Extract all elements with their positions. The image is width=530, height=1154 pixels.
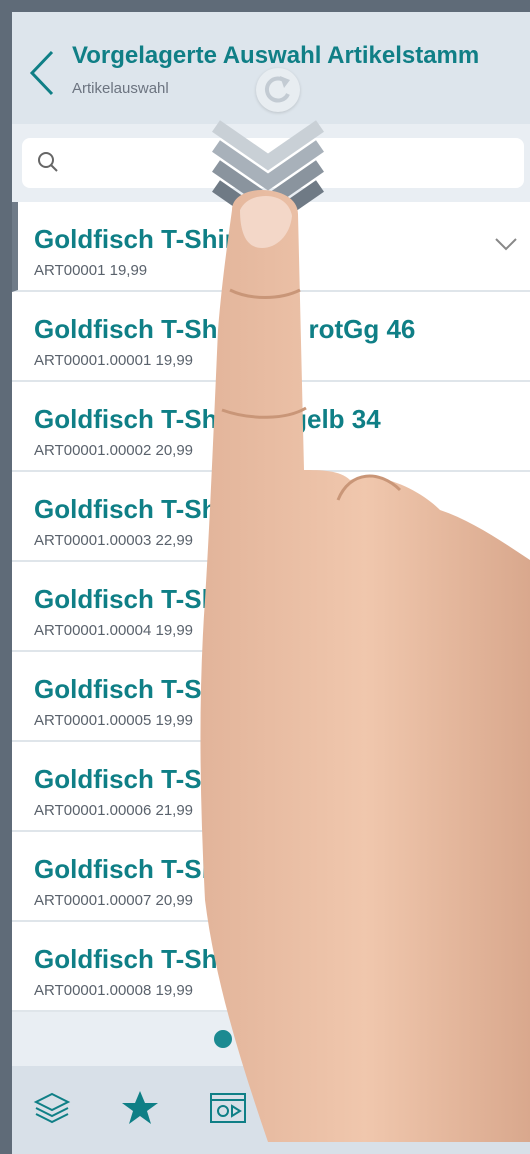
item-subtitle: ART00001.00001 19,99	[34, 352, 194, 369]
item-subtitle: ART00001.00006 21,99	[34, 802, 194, 819]
star-icon	[122, 1091, 158, 1124]
item-subtitle: ART00001.00002 20,99	[34, 442, 194, 459]
page-indicator	[214, 1030, 280, 1052]
item-title: Goldfisch T-Shirt S - blau Gg 32	[34, 494, 425, 524]
article-list: Goldfisch T-Shirt ART00001 19,99 Goldfis…	[12, 202, 530, 1012]
item-subtitle: ART00001.00007 20,99	[34, 892, 194, 909]
item-subtitle: ART00001.00004 19,99	[34, 622, 194, 639]
list-item[interactable]: Goldfisch T-Shirt S - blau Gg 32 ART0000…	[12, 472, 530, 562]
page-title: Vorgelagerte Auswahl Artikelstamm	[72, 42, 480, 69]
page-dot[interactable]	[236, 1030, 254, 1048]
app-screen: Vorgelagerte Auswahl Artikelstamm Artike…	[12, 12, 530, 1154]
list-item[interactable]: Goldfisch T-Shirt ART00001.00004 19,99	[12, 562, 530, 652]
search-icon	[38, 152, 58, 172]
list-item[interactable]: Goldfisch T-Shirt ART00001.00005 19,99	[12, 652, 530, 742]
pull-down-indicator	[212, 120, 324, 231]
back-button[interactable]	[26, 48, 60, 98]
item-title: Goldfisch T-Shirt	[34, 944, 244, 974]
item-title: Goldfisch T-Shirt S - gelb 34	[34, 404, 381, 434]
clipboard-button[interactable]	[296, 1088, 336, 1128]
refresh-icon	[264, 76, 290, 103]
item-subtitle: ART00001 19,99	[34, 262, 148, 279]
settings-card-icon	[210, 1093, 246, 1123]
item-title: Goldfisch T-Shirt	[34, 674, 244, 704]
favorites-button[interactable]	[120, 1088, 160, 1128]
item-subtitle: ART00001.00005 19,99	[34, 712, 194, 729]
item-title: Goldfisch T-Shirt	[34, 854, 244, 884]
list-item[interactable]: Goldfisch T-Shirt ART00001.00006 21,99	[12, 742, 530, 832]
item-subtitle: ART00001.00003 22,99	[34, 532, 194, 549]
chevron-left-icon	[29, 50, 54, 96]
page-subtitle: Artikelauswahl	[72, 80, 169, 97]
page-dot-active[interactable]	[214, 1030, 232, 1048]
layers-icon	[33, 1092, 71, 1124]
layers-button[interactable]	[32, 1088, 72, 1128]
clipboard-icon	[303, 1091, 329, 1125]
refresh-button[interactable]	[256, 68, 300, 112]
settings-card-button[interactable]	[208, 1088, 248, 1128]
item-title: Goldfisch T-Shirt	[34, 764, 244, 794]
header: Vorgelagerte Auswahl Artikelstamm Artike…	[12, 12, 530, 124]
chevron-down-icon[interactable]	[494, 236, 518, 252]
item-subtitle: ART00001.00008 19,99	[34, 982, 194, 999]
bottom-toolbar	[12, 1066, 530, 1154]
item-title: Goldfisch T-Shirt XS - rotGg 46	[34, 314, 416, 344]
page-dot[interactable]	[258, 1030, 276, 1048]
device-frame: Vorgelagerte Auswahl Artikelstamm Artike…	[0, 0, 530, 1154]
list-item[interactable]: Goldfisch T-Shirt S - gelb 34 ART00001.0…	[12, 382, 530, 472]
item-title: Goldfisch T-Shirt	[34, 584, 244, 614]
list-item[interactable]: Goldfisch T-Shirt XS - rotGg 46 ART00001…	[12, 292, 530, 382]
list-item[interactable]: Goldfisch T-Shirt ART00001.00007 20,99	[12, 832, 530, 922]
list-item[interactable]: Goldfisch T-Shirt ART00001.00008 19,99	[12, 922, 530, 1012]
